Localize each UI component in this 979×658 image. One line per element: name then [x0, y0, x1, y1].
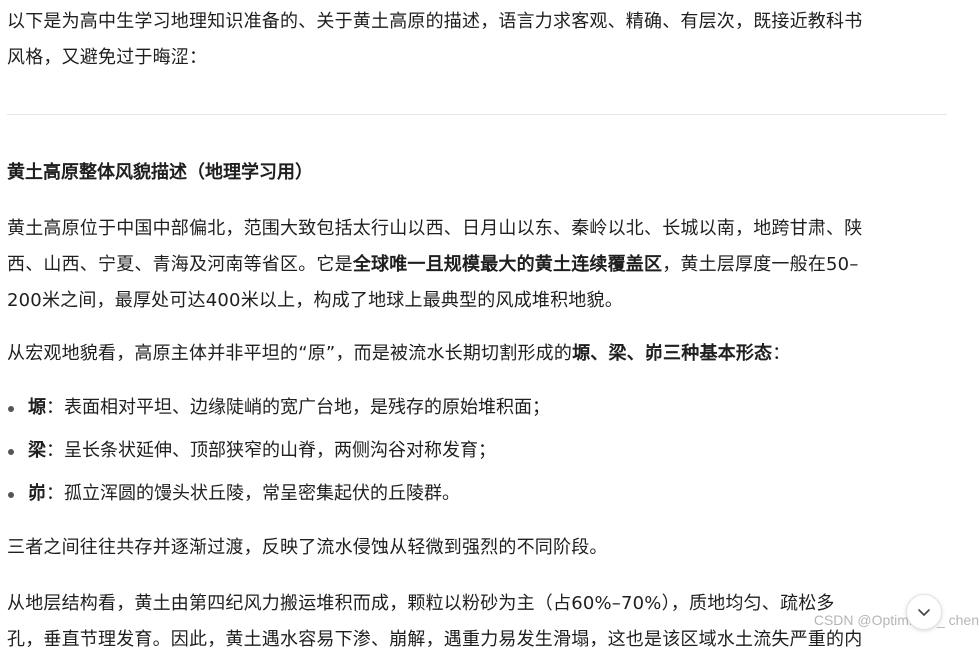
- landform-term: 峁: [28, 483, 46, 504]
- section-heading: 黄土高原整体风貌描述（地理学习用）: [7, 162, 313, 183]
- location-paragraph: 黄土高原位于中国中部偏北，范围大致包括太行山以西、日月山以东、秦岭以北、长城以南…: [7, 211, 952, 319]
- landform-term: 塬: [28, 397, 46, 418]
- list-item-liang: 梁：呈长条状延伸、顶部狭窄的山脊，两侧沟谷对称发育；: [7, 433, 550, 476]
- intro-line-1: 以下是为高中生学习地理知识准备的、关于黄土高原的描述，语言力求客观、精确、有层次…: [7, 11, 863, 32]
- chevron-down-icon: [918, 609, 930, 616]
- intro-line-2: 风格，又避免过于晦涩：: [7, 47, 208, 68]
- intro-paragraph: 以下是为高中生学习地理知识准备的、关于黄土高原的描述，语言力求客观、精确、有层次…: [7, 4, 952, 76]
- landform-desc: ：呈长条状延伸、顶部狭窄的山脊，两侧沟谷对称发育；: [46, 440, 496, 461]
- location-line-1: 黄土高原位于中国中部偏北，范围大致包括太行山以西、日月山以东、秦岭以北、长城以南…: [7, 218, 863, 239]
- list-item-mao: 峁：孤立浑圆的馒头状丘陵，常呈密集起伏的丘陵群。: [7, 476, 550, 519]
- landform-desc: ：孤立浑圆的馒头状丘陵，常呈密集起伏的丘陵群。: [46, 483, 460, 504]
- bullet-icon: [8, 449, 14, 455]
- transition-line: 三者之间往往共存并逐渐过渡，反映了流水侵蚀从轻微到强烈的不同阶段。: [7, 537, 608, 558]
- landform-intro-line: 从宏观地貌看，高原主体并非平坦的“原”，而是被流水长期切割形成的塬、梁、峁三种基…: [7, 336, 952, 372]
- landform-intro-paragraph: 从宏观地貌看，高原主体并非平坦的“原”，而是被流水长期切割形成的塬、梁、峁三种基…: [7, 336, 952, 372]
- strata-line-1: 从地层结构看，黄土由第四纪风力搬运堆积而成，颗粒以粉砂为主（占60%–70%），…: [7, 593, 835, 614]
- location-line-3: 200米之间，最厚处可达400米以上，构成了地球上最典型的风成堆积地貌。: [7, 290, 623, 311]
- location-highlight: 全球唯一且规模最大的黄土连续覆盖区: [352, 254, 663, 275]
- landform-term: 梁: [28, 440, 46, 461]
- location-line-2: 西、山西、宁夏、青海及河南等省区。它是全球唯一且规模最大的黄土连续覆盖区，黄土层…: [7, 247, 952, 283]
- landform-list: 塬：表面相对平坦、边缘陡峭的宽广台地，是残存的原始堆积面； 梁：呈长条状延伸、顶…: [7, 390, 550, 519]
- strata-paragraph: 从地层结构看，黄土由第四纪风力搬运堆积而成，颗粒以粉砂为主（占60%–70%），…: [7, 586, 952, 658]
- watermark: CSDN @Optimistic _ chen: [813, 612, 979, 628]
- transition-paragraph: 三者之间往往共存并逐渐过渡，反映了流水侵蚀从轻微到强烈的不同阶段。: [7, 530, 952, 566]
- strata-line-2: 孔，垂直节理发育。因此，黄土遇水容易下渗、崩解，遇重力易发生滑塌，这也是该区域水…: [7, 629, 863, 650]
- landform-intro-text-b: ：: [772, 343, 791, 364]
- section-divider: [7, 114, 947, 115]
- landform-desc: ：表面相对平坦、边缘陡峭的宽广台地，是残存的原始堆积面；: [46, 397, 550, 418]
- bullet-icon: [8, 406, 14, 412]
- location-text-b: ，黄土层厚度一般在50–: [662, 254, 859, 275]
- bullet-icon: [8, 492, 14, 498]
- landform-intro-text-a: 从宏观地貌看，高原主体并非平坦的“原”，而是被流水长期切割形成的: [7, 343, 573, 364]
- scroll-down-button[interactable]: [906, 594, 942, 630]
- location-text-a: 西、山西、宁夏、青海及河南等省区。它是: [7, 254, 353, 275]
- landform-intro-highlight: 塬、梁、峁三种基本形态: [572, 343, 773, 364]
- list-item-yuan: 塬：表面相对平坦、边缘陡峭的宽广台地，是残存的原始堆积面；: [7, 390, 550, 433]
